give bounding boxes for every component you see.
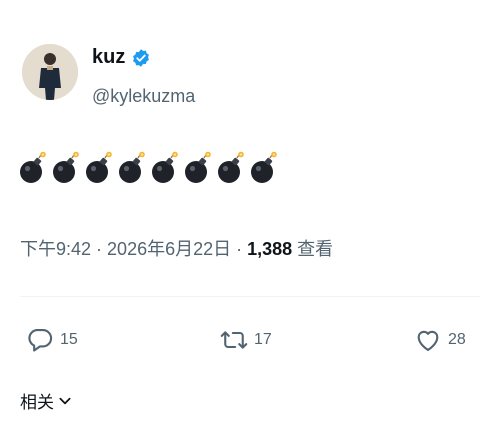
tweet-text (18, 150, 277, 186)
retweet-count: 17 (254, 331, 272, 348)
bomb-emoji-icon (86, 151, 112, 183)
display-name[interactable]: kuz (92, 46, 125, 69)
heart-icon (417, 330, 439, 351)
profile-photo-icon (22, 44, 78, 100)
related-label: 相关 (20, 393, 54, 412)
bomb-emoji-icon (152, 151, 178, 183)
bomb-emoji-icon (53, 151, 79, 183)
reply-button[interactable]: 15 (26, 326, 78, 354)
views-count: 1,388 (247, 239, 293, 259)
related-toggle[interactable]: 相关 (20, 388, 72, 413)
meta-separator: · (96, 239, 103, 259)
chevron-down-icon (59, 397, 71, 404)
bomb-emoji-icon (119, 151, 145, 183)
retweet-button[interactable]: 17 (220, 326, 272, 354)
like-button[interactable]: 28 (414, 326, 466, 354)
author-name-row[interactable]: kuz (92, 46, 151, 69)
reply-count: 15 (60, 331, 78, 348)
bomb-emoji-icon (185, 151, 211, 183)
tweet-date[interactable]: 2026年6月22日 (107, 239, 231, 259)
views-label: 查看 (297, 239, 334, 259)
meta-separator: · (236, 239, 243, 259)
tweet-card: kuz @kylekuzma 下午9:42 · 2026年6月22日 · 1,388 查看… (0, 0, 500, 440)
divider (20, 296, 480, 297)
tweet-time[interactable]: 下午9:42 (20, 239, 91, 259)
action-bar: 15 17 28 (0, 326, 500, 362)
bomb-emoji-icon (218, 151, 244, 183)
tweet-metadata: 下午9:42 · 2026年6月22日 · 1,388 查看 (20, 235, 333, 261)
avatar[interactable] (22, 44, 78, 100)
like-count: 28 (448, 331, 466, 348)
reply-icon (28, 329, 53, 352)
bomb-emoji-icon (251, 151, 277, 183)
bomb-emoji-icon (20, 151, 46, 183)
author-handle[interactable]: @kylekuzma (92, 86, 195, 107)
retweet-icon (220, 331, 248, 349)
verified-badge-icon (133, 48, 150, 67)
